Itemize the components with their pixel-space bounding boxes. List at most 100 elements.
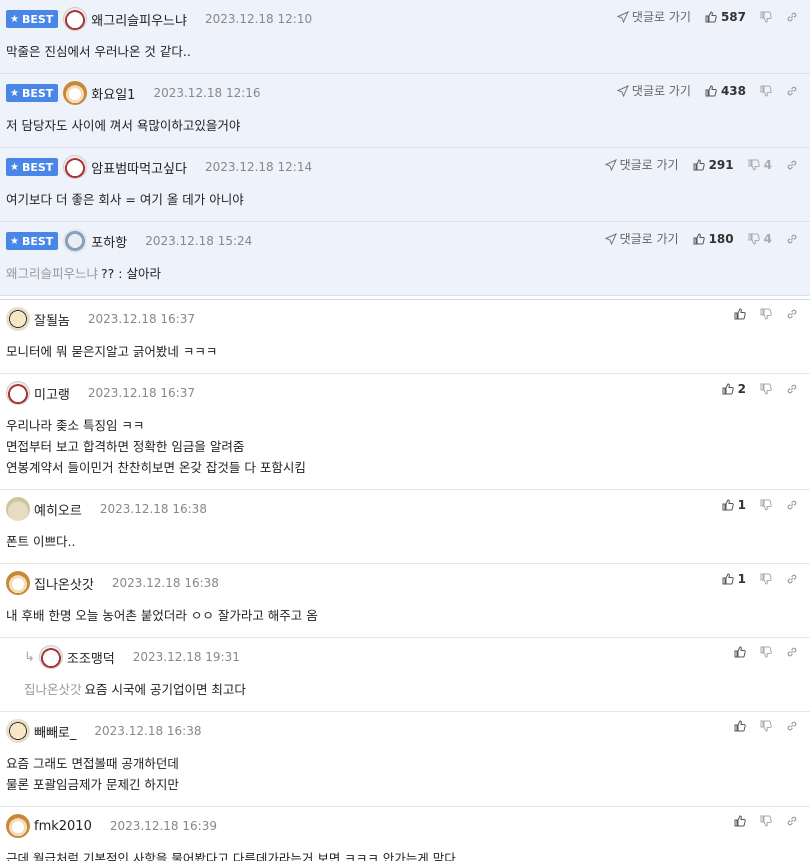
thumbs-down-icon [760,308,772,320]
thumbs-down-icon [760,383,772,395]
comment-body: 내 후배 한명 오늘 농어촌 붙었더라 ㅇㅇ 잘가라고 해주고 옴 [6,605,802,626]
upvote-button[interactable]: 438 [705,84,746,98]
avatar[interactable] [38,645,63,669]
goto-comment-link[interactable]: 댓글로 가기 [616,82,691,99]
thumbs-down-icon [748,159,760,171]
comment-line: 우리나라 좆소 특징임 ㅋㅋ [6,415,802,436]
upvote-button[interactable] [734,815,746,827]
upvote-button[interactable]: 180 [693,232,734,246]
upvote-button[interactable]: 1 [722,572,746,586]
downvote-button[interactable] [760,720,772,732]
avatar[interactable] [6,814,30,838]
link-icon [787,12,797,21]
downvote-button[interactable] [760,308,772,320]
best-badge: ★ BEST [6,10,59,28]
nickname[interactable]: 암표범따먹고싶다 [91,158,187,177]
copy-link-button[interactable] [786,159,798,171]
copy-link-button[interactable] [786,573,798,585]
upvote-button[interactable] [734,308,746,320]
copy-link-button[interactable] [786,720,798,732]
avatar[interactable] [6,497,30,521]
nickname[interactable]: 미고랭 [34,384,70,403]
upvote-button[interactable]: 587 [705,10,746,24]
thumbs-up-icon [722,499,734,511]
comment-date: 2023.12.18 15:24 [145,234,253,248]
nickname[interactable]: fmk2010 [34,819,92,834]
copy-link-button[interactable] [786,308,798,320]
goto-comment-link[interactable]: 댓글로 가기 [616,8,691,25]
best-badge-label: BEST [21,86,54,100]
upvote-button[interactable]: 1 [722,498,746,512]
avatar[interactable] [6,307,30,331]
comment-text: 근데 월급처럼 기본적인 사항을 물어봤다고 다른데가라는거 보면 ㅋㅋㅋ 안가… [6,851,456,861]
comment-text: 내 후배 한명 오늘 농어촌 붙었더라 ㅇㅇ 잘가라고 해주고 옴 [6,608,318,623]
nickname[interactable]: 집나온삿갓 [34,574,94,593]
avatar[interactable] [6,571,30,595]
best-badge: ★ BEST [6,232,59,250]
goto-comment-link[interactable]: 댓글로 가기 [604,156,679,173]
upvote-button[interactable] [734,646,746,658]
avatar[interactable] [63,155,88,179]
copy-link-button[interactable] [786,646,798,658]
downvote-button[interactable]: 4 [748,232,772,246]
goto-comment-link[interactable]: 댓글로 가기 [604,230,679,247]
downvote-button[interactable] [760,815,772,827]
copy-link-button[interactable] [786,85,798,97]
comment-body: 막줄은 진심에서 우러나온 것 같다.. [6,41,802,62]
comment-header: 빼빼로_ 2023.12.18 16:38 [6,719,802,743]
nickname[interactable]: 잘될놈 [34,310,70,329]
avatar[interactable] [6,719,30,743]
comment-actions: 2 [708,382,798,396]
thumbs-down-icon [760,11,772,23]
copy-link-button[interactable] [786,499,798,511]
downvote-button[interactable] [760,499,772,511]
comment-date: 2023.12.18 16:37 [87,386,195,400]
mention-nickname[interactable]: 집나온삿갓 [24,682,82,697]
arrow-icon [604,158,617,171]
upvote-button[interactable]: 2 [722,382,746,396]
thumbs-down-icon [760,499,772,511]
star-icon: ★ [10,13,19,25]
comment-actions [720,646,798,658]
downvote-button[interactable] [760,383,772,395]
copy-link-button[interactable] [786,383,798,395]
best-badge-label: BEST [21,12,54,26]
arrow-icon [616,84,629,97]
avatar[interactable] [63,229,88,253]
upvote-button[interactable] [734,720,746,732]
nickname[interactable]: 예히오르 [34,500,82,519]
thumbs-up-icon [705,10,717,22]
comment: 미고랭 2023.12.18 16:37 2 우리나라 좆소 특징임 ㅋㅋ 면접부터 보… [0,374,810,490]
comment-body: 모니터에 뭐 묻은지알고 긁어봤네 ㅋㅋㅋ [6,341,802,362]
link-icon [787,647,797,657]
nickname[interactable]: 왜그리슬피우느냐 [91,10,187,29]
copy-link-button[interactable] [786,233,798,245]
comment-date: 2023.12.18 16:38 [111,576,219,590]
avatar[interactable] [6,381,30,405]
avatar[interactable] [63,81,88,105]
nickname[interactable]: 포하항 [91,232,127,251]
upvote-count: 1 [737,572,746,586]
nickname[interactable]: 조조맹덕 [67,648,115,667]
mention-nickname[interactable]: 왜그리슬피우느냐 [6,266,98,281]
downvote-button[interactable] [760,11,772,23]
downvote-button[interactable] [760,573,772,585]
avatar[interactable] [63,7,88,31]
nickname[interactable]: 화요일1 [91,84,135,103]
copy-link-button[interactable] [786,815,798,827]
upvote-button[interactable]: 291 [693,158,734,172]
thumbs-up-icon [722,573,734,585]
downvote-button[interactable]: 4 [748,158,772,172]
thumbs-up-icon [734,308,746,320]
comment: fmk2010 2023.12.18 16:39 근데 월급처럼 기본적인 사항을 … [0,807,810,861]
nickname[interactable]: 빼빼로_ [34,722,76,741]
downvote-count: 4 [763,157,772,172]
goto-comment-label: 댓글로 가기 [619,158,679,172]
downvote-button[interactable] [760,646,772,658]
copy-link-button[interactable] [786,11,798,23]
best-comment: ★ BEST 화요일1 2023.12.18 12:16 댓글로 가기 438 저 담당자도… [0,74,810,148]
thumbs-down-icon [760,85,772,97]
downvote-button[interactable] [760,85,772,97]
comment-actions: 댓글로 가기 587 [603,8,798,25]
thumbs-up-icon [722,383,734,395]
